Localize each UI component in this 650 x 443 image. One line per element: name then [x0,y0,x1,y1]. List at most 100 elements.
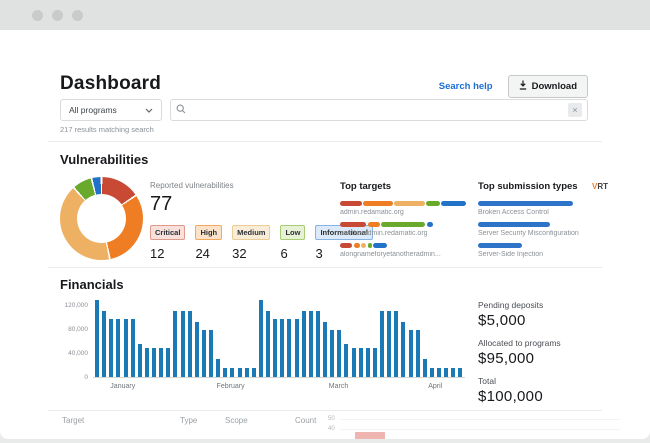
target-bar-segment [426,222,433,227]
mini-chart-bar [355,432,385,439]
target-bar-segment [367,243,372,248]
column-header-count: Count [295,416,317,425]
financial-bar [365,348,370,377]
financial-bar [123,319,128,377]
financial-bar [95,300,99,377]
submission-type-label: Broken Access Control [478,209,549,216]
download-button[interactable]: Download [507,75,588,98]
financial-bar [137,344,142,377]
financial-bar [294,319,299,377]
mini-chart-gridline [340,419,620,420]
target-label: alongnameforyetanotheradmin... [340,251,441,258]
target-label: anotheradmin.redamatic.org [340,230,428,237]
top-submission-types-heading: Top submission types [478,181,578,192]
window-dot-icon [52,9,63,21]
y-axis-tick: 80,000 [68,326,88,333]
financial-bar [323,322,327,377]
submission-type-label: Server Security Misconfiguration [478,230,579,237]
severity-badge: Critical [150,225,186,240]
y-axis-tick: 120,000 [64,302,89,309]
financial-bar [394,311,399,377]
column-header-type: Type [180,416,198,425]
financial-bar [152,348,156,377]
mini-chart-tick: 50 [328,416,335,422]
y-axis-tick: 0 [84,374,88,381]
financial-bar [180,311,185,377]
dashboard-page: Dashboard Search help Download All progr… [0,30,650,439]
financial-bar [144,348,149,377]
financials-heading: Financials [60,277,124,292]
bar-chart-plot-area [93,300,465,378]
x-axis-label: January [110,383,136,390]
divider [48,141,602,142]
target-label: admin.redamatic.org [340,209,404,216]
divider [48,267,602,268]
vulnerabilities-donut-chart [60,177,143,260]
top-targets-panel: Top targets admin.redamatic.org anothera… [340,181,466,264]
browser-chrome [0,0,650,30]
severity-medium: Medium 32 [232,225,271,261]
financial-bar [301,311,306,377]
financial-bar [280,319,285,377]
target-stacked-bar [340,222,466,227]
submission-type-bar [478,222,550,227]
financial-bar [415,330,420,377]
financial-bar [330,330,335,377]
severity-badge: Low [280,225,306,240]
financial-bar [315,311,320,377]
severity-count: 3 [315,246,323,261]
financial-bar [387,311,392,377]
target-bar-segment [353,243,360,248]
submission-type-label: Server-Side Injection [478,251,543,258]
target-bar-segment [394,201,425,206]
financial-bar [173,311,178,377]
target-bar-segment [373,243,387,248]
stat-allocated-to-programs: Allocated to programs $95,000 [478,338,561,367]
severity-count: 32 [232,246,247,261]
search-input[interactable] [191,105,563,115]
top-targets-heading: Top targets [340,181,392,192]
search-help-link[interactable]: Search help [439,81,493,92]
target-row: admin.redamatic.org [340,201,466,216]
financial-bar [201,330,206,377]
program-filter-dropdown[interactable]: All programs [60,99,162,121]
mini-chart-tick: 40 [328,426,335,432]
financial-bar [237,368,242,377]
severity-count: 12 [150,246,165,261]
submission-type-row: Server-Side Injection [478,243,608,258]
severity-critical: Critical 12 [150,225,186,261]
target-bar-segment [340,222,366,227]
stat-label: Total [478,376,496,386]
severity-low: Low 6 [280,225,306,261]
severity-count: 24 [195,246,210,261]
stat-value: $95,000 [478,350,535,367]
financial-bar [308,311,313,377]
severity-badge: High [195,225,223,240]
target-row: alongnameforyetanotheradmin... [340,243,466,258]
submission-type-bar [478,201,573,206]
target-bar-segment [441,201,466,206]
download-icon [519,80,527,93]
submission-type-row: Broken Access Control [478,201,608,216]
clear-search-button[interactable]: × [568,103,582,117]
financial-bar [458,368,463,377]
financial-bar [451,368,456,377]
financial-bar [244,368,249,377]
vulnerabilities-heading: Vulnerabilities [60,152,149,167]
financial-bar [166,348,171,377]
financial-bar [209,330,213,377]
financial-bar [380,311,384,377]
financial-bar [344,344,349,377]
top-submission-types-panel: Top submission types VRT Broken Access C… [478,181,608,264]
target-stacked-bar [340,243,466,248]
stat-value: $5,000 [478,312,526,329]
financial-bar [358,348,363,377]
financial-bar [187,311,192,377]
column-header-scope: Scope [225,416,248,425]
submission-type-bar [478,243,522,248]
target-row: anotheradmin.redamatic.org [340,222,466,237]
financial-bar [102,311,107,377]
x-axis-label: March [328,383,349,390]
target-bar-segment [340,201,362,206]
financial-bar [116,319,121,377]
